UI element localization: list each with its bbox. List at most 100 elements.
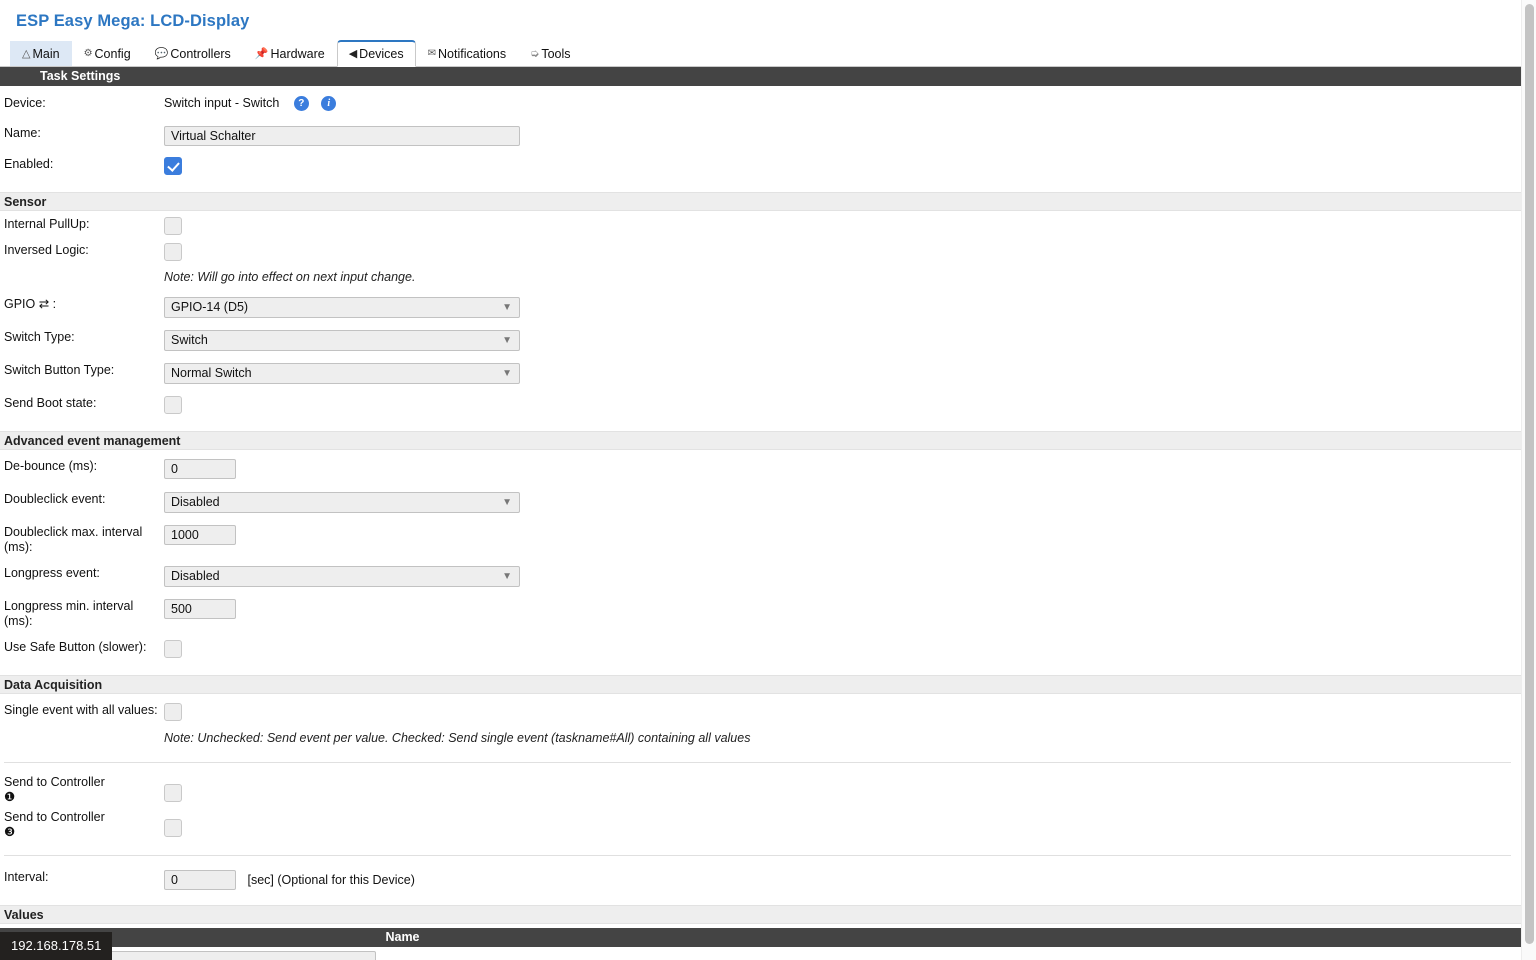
send-boot-state-label: Send Boot state:	[4, 396, 97, 410]
interval-row: Interval: [sec] (Optional for this Devic…	[0, 870, 1521, 892]
info-icon[interactable]: i	[321, 96, 337, 112]
divider	[4, 855, 1511, 856]
values-column-name: Name	[385, 930, 420, 944]
internal-pullup-checkbox[interactable]	[164, 217, 182, 235]
send-boot-state-row: Send Boot state:	[0, 396, 1521, 418]
tab-label: Devices	[359, 47, 404, 61]
pin-icon: 📌	[254, 47, 269, 60]
interval-input[interactable]	[164, 870, 236, 890]
interval-label: Interval:	[4, 870, 49, 884]
chevron-down-icon: ▼	[502, 497, 512, 508]
name-label: Name:	[4, 126, 41, 140]
values-table-header: # Name	[0, 928, 1521, 947]
mail-icon: ✉	[427, 48, 437, 59]
plug-icon: ◀	[348, 47, 358, 60]
status-bar-address: 192.168.178.51	[0, 932, 113, 960]
single-event-note: Note: Unchecked: Send event per value. C…	[164, 731, 751, 745]
safe-button-label: Use Safe Button (slower):	[4, 640, 147, 654]
help-icon[interactable]: ?	[293, 96, 309, 112]
page-title: ESP Easy Mega: LCD-Display	[16, 12, 250, 30]
chevron-down-icon: ▼	[502, 368, 512, 379]
switch-type-select[interactable]: Switch ▼	[164, 330, 520, 351]
tab-label: Controllers	[170, 47, 231, 61]
gpio-select[interactable]: GPIO-14 (D5) ▼	[164, 297, 520, 318]
switch-button-type-row: Switch Button Type: Normal Switch ▼	[0, 363, 1521, 385]
page-root: ESP Easy Mega: LCD-Display △ Main ⚙ Conf…	[0, 0, 1521, 960]
tab-label: Main	[32, 47, 60, 61]
doubleclick-event-row: Doubleclick event: Disabled ▼	[0, 492, 1521, 514]
chevron-down-icon: ▼	[502, 571, 512, 582]
section-header-data-acquisition: Data Acquisition	[0, 675, 1521, 694]
tab-main[interactable]: △ Main	[10, 41, 72, 66]
scrollbar-thumb[interactable]	[1525, 4, 1534, 944]
tab-hardware[interactable]: 📌 Hardware	[243, 41, 337, 66]
tab-label: Hardware	[270, 47, 325, 61]
doubleclick-event-select[interactable]: Disabled ▼	[164, 492, 520, 513]
tab-label: Notifications	[438, 47, 507, 61]
longpress-event-row: Longpress event: Disabled ▼	[0, 566, 1521, 588]
device-row: Device: Switch input - Switch ? i	[0, 96, 1521, 118]
single-event-row: Single event with all values:	[0, 703, 1521, 725]
debounce-label: De-bounce (ms):	[4, 459, 98, 473]
longpress-interval-input[interactable]	[164, 599, 236, 619]
wrench-icon: ➭	[530, 47, 540, 60]
gear-icon: ⚙	[83, 48, 93, 59]
inversed-logic-row: Inversed Logic:	[0, 243, 1521, 265]
switch-button-type-select-value: Normal Switch	[171, 366, 252, 380]
longpress-event-select-value: Disabled	[171, 569, 220, 583]
vertical-scrollbar[interactable]	[1521, 0, 1536, 960]
chevron-down-icon: ▼	[502, 335, 512, 346]
doubleclick-interval-row: Doubleclick max. interval (ms):	[0, 525, 1521, 555]
longpress-interval-row: Longpress min. interval (ms):	[0, 599, 1521, 629]
controller-label-text: Send to Controller	[4, 810, 105, 824]
switch-type-row: Switch Type: Switch ▼	[0, 330, 1521, 352]
name-row: Name:	[0, 126, 1521, 148]
debounce-input[interactable]	[164, 459, 236, 479]
section-header-advanced: Advanced event management	[0, 431, 1521, 450]
doubleclick-event-select-value: Disabled	[171, 495, 220, 509]
internal-pullup-row: Internal PullUp:	[0, 217, 1521, 239]
tab-label: Tools	[541, 47, 571, 61]
enabled-checkbox[interactable]	[164, 157, 182, 175]
device-value-group: Switch input - Switch ? i	[164, 96, 1521, 112]
inversed-logic-label: Inversed Logic:	[4, 243, 89, 257]
tab-devices[interactable]: ◀ Devices	[336, 40, 416, 67]
doubleclick-interval-input[interactable]	[164, 525, 236, 545]
controller-number-badge: ❸	[4, 825, 16, 839]
inversed-logic-note: Note: Will go into effect on next input …	[164, 270, 416, 284]
tab-tools[interactable]: ➭ Tools	[518, 41, 582, 66]
section-header-task-settings: Task Settings	[0, 67, 1521, 86]
name-input[interactable]	[164, 126, 520, 146]
longpress-event-label: Longpress event:	[4, 566, 100, 580]
debounce-row: De-bounce (ms):	[0, 459, 1521, 481]
divider	[4, 762, 1511, 763]
section-header-values: Values	[0, 905, 1521, 924]
longpress-event-select[interactable]: Disabled ▼	[164, 566, 520, 587]
device-label: Device:	[4, 96, 46, 110]
send-to-controller-1-row: Send to Controller ❶	[0, 775, 1521, 805]
table-row: 1	[0, 947, 1521, 960]
doubleclick-interval-label: Doubleclick max. interval (ms):	[4, 525, 143, 554]
send-to-controller-1-label: Send to Controller ❶	[0, 775, 164, 805]
send-to-controller-3-checkbox[interactable]	[164, 819, 182, 837]
tab-notifications[interactable]: ✉ Notifications	[416, 41, 518, 66]
send-to-controller-1-checkbox[interactable]	[164, 784, 182, 802]
doubleclick-event-label: Doubleclick event:	[4, 492, 106, 506]
gpio-row: GPIO ⇄ : GPIO-14 (D5) ▼	[0, 297, 1521, 319]
tab-controllers[interactable]: 💬 Controllers	[143, 41, 243, 66]
main-navigation-tabs: △ Main ⚙ Config 💬 Controllers 📌 Hardware…	[0, 40, 1521, 67]
safe-button-checkbox[interactable]	[164, 640, 182, 658]
interval-suffix: [sec] (Optional for this Device)	[247, 873, 415, 887]
controller-number-badge: ❶	[4, 790, 16, 804]
tab-config[interactable]: ⚙ Config	[72, 41, 143, 66]
send-to-controller-3-row: Send to Controller ❸	[0, 810, 1521, 840]
switch-button-type-select[interactable]: Normal Switch ▼	[164, 363, 520, 384]
bubble-icon: 💬	[154, 47, 169, 60]
device-value: Switch input - Switch	[164, 96, 280, 110]
switch-type-label: Switch Type:	[4, 330, 75, 344]
gpio-select-value: GPIO-14 (D5)	[171, 300, 249, 314]
inversed-logic-checkbox[interactable]	[164, 243, 182, 261]
send-boot-state-checkbox[interactable]	[164, 396, 182, 414]
longpress-interval-label: Longpress min. interval (ms):	[4, 599, 134, 628]
single-event-checkbox[interactable]	[164, 703, 182, 721]
